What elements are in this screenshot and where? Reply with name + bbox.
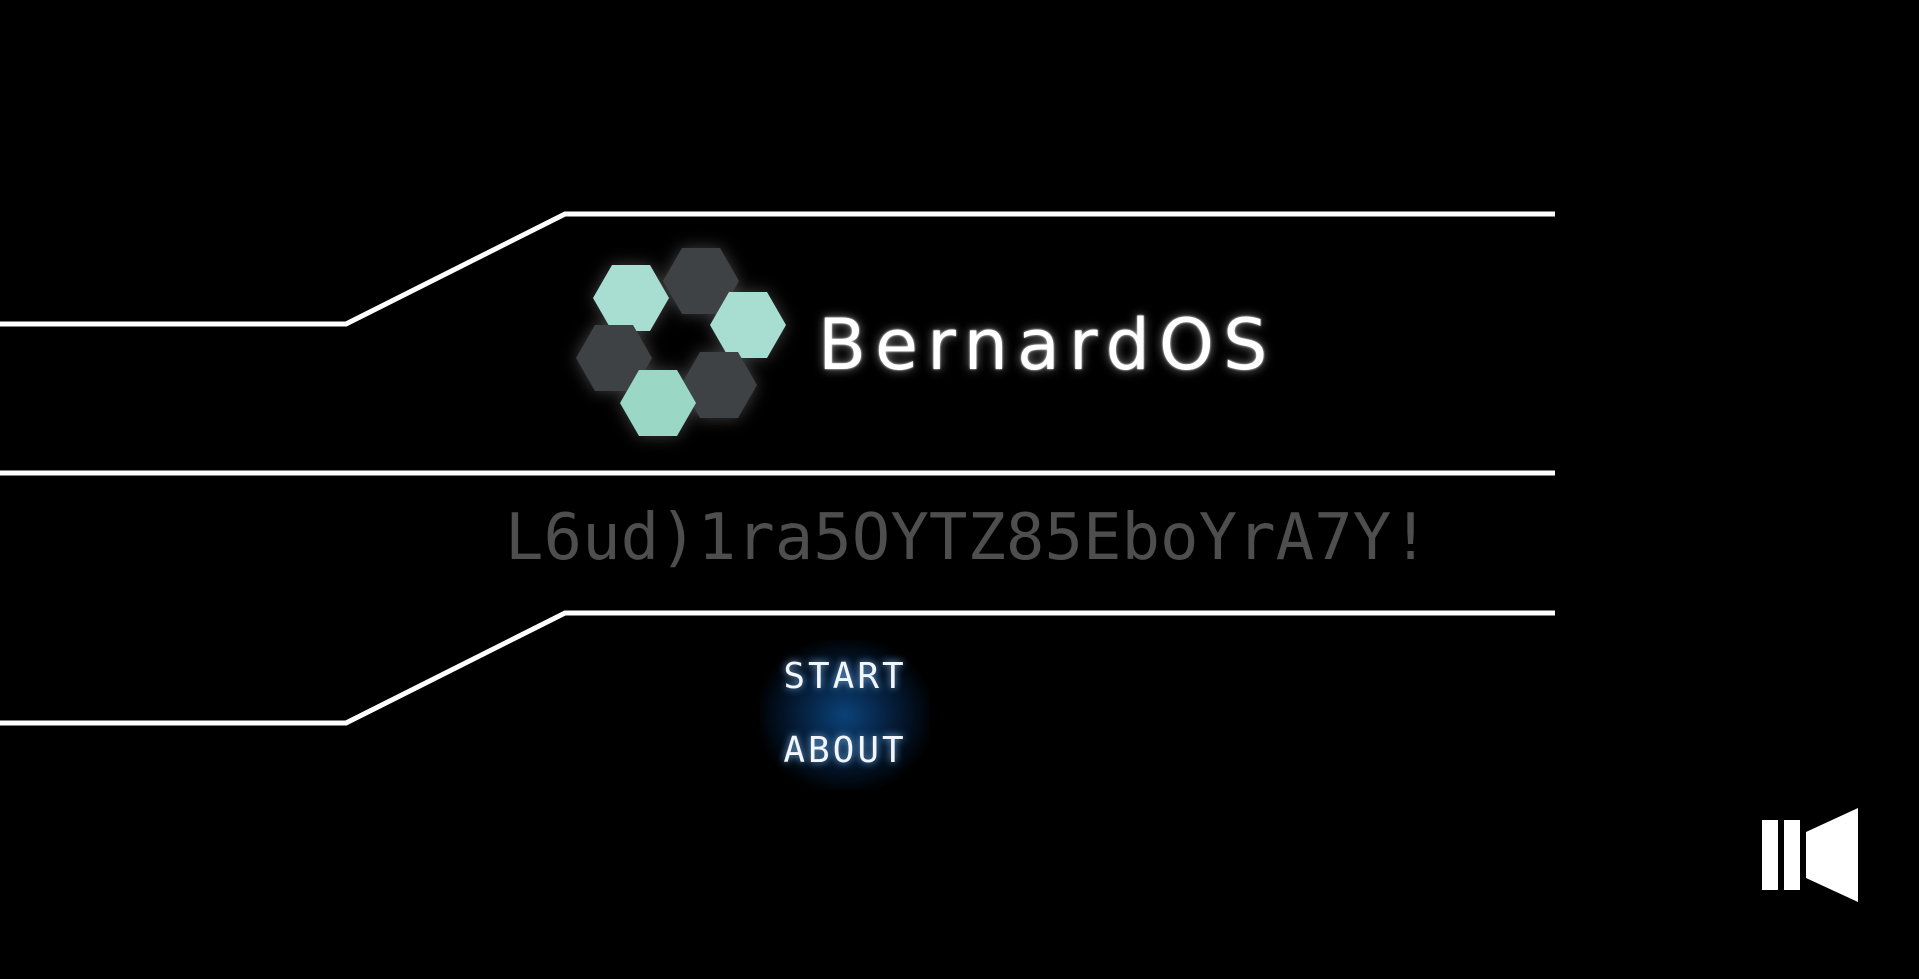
main-menu: START ABOUT bbox=[760, 640, 930, 790]
decorative-circuit-lines bbox=[0, 211, 1555, 726]
app-title: BernardOS bbox=[818, 304, 1277, 386]
start-button[interactable]: START bbox=[760, 656, 930, 697]
bernardos-logo-hexagons bbox=[576, 248, 786, 436]
sound-toggle-button[interactable] bbox=[1760, 805, 1860, 905]
scrambled-text: L6ud)1ra5OYTZ85EboYrA7Y!r bbox=[505, 501, 1425, 575]
about-button[interactable]: ABOUT bbox=[760, 730, 930, 771]
sound-speaker-icon bbox=[1762, 808, 1858, 902]
logo-hex-top-left bbox=[593, 265, 669, 331]
